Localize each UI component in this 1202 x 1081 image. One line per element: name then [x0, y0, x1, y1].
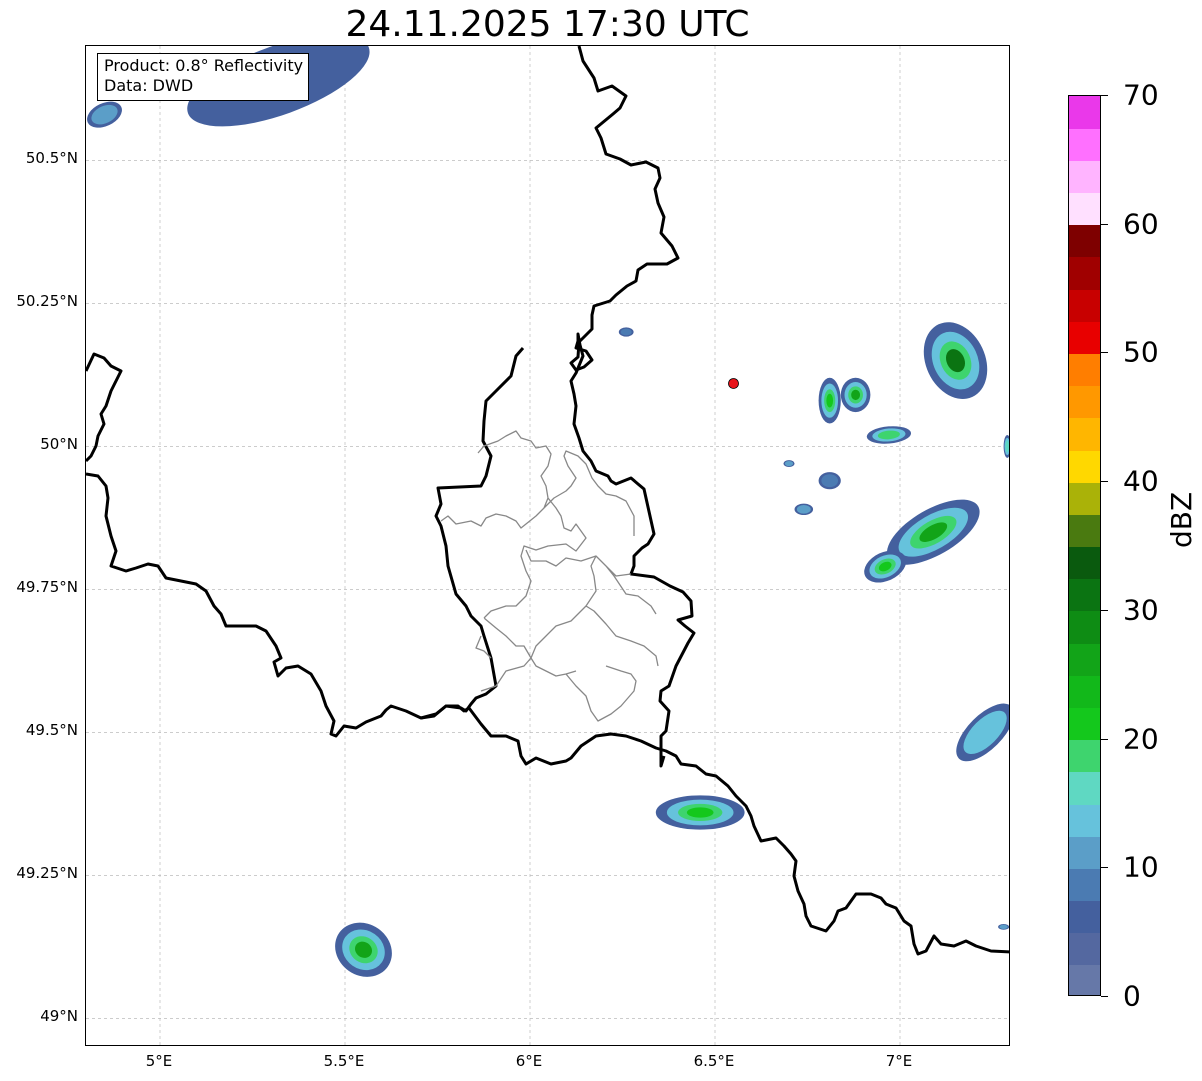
echo-cell-14-level-3: [686, 807, 714, 818]
colorbar-tick-2: 20: [1123, 722, 1159, 756]
colorbar-segment-10: [1069, 643, 1100, 676]
map-canvas: [86, 46, 1009, 1045]
echo-cell-14: [655, 795, 745, 830]
lat-tick-3: 49.75°N: [16, 578, 78, 597]
colorbar-tick-4: 40: [1123, 464, 1159, 498]
colorbar-segment-27: [1069, 96, 1100, 129]
colorbar-tick-mark-6: [1101, 223, 1108, 225]
colorbar-segment-24: [1069, 192, 1100, 226]
lon-tick-4: 7°E: [885, 1052, 913, 1070]
echo-cell-6: [923, 322, 988, 399]
lat-tick-5: 50.25°N: [16, 292, 78, 311]
border-luxembourg-west: [420, 347, 525, 720]
colorbar-tick-mark-1: [1101, 867, 1108, 869]
colorbar-segment-0: [1069, 964, 1100, 995]
colorbar-tick-6: 60: [1123, 207, 1159, 241]
colorbar-segment-21: [1069, 289, 1100, 322]
lat-tick-4: 50°N: [40, 435, 78, 454]
colorbar-segment-5: [1069, 803, 1100, 837]
colorbar-segment-17: [1069, 417, 1100, 451]
colorbar-label: dBZ: [1165, 491, 1198, 548]
border-belgium-luxembourg-germany: [569, 46, 696, 768]
colorbar-segment-9: [1069, 675, 1100, 708]
colorbar-tick-0: 0: [1123, 979, 1141, 1013]
echo-cell-9: [794, 503, 814, 516]
colorbar-segment-3: [1069, 868, 1100, 902]
colorbar-tick-mark-3: [1101, 609, 1108, 611]
lon-tick-3: 6.5°E: [693, 1052, 735, 1070]
data-source-label: Data: DWD: [104, 76, 194, 95]
echo-cell-4: [840, 377, 871, 413]
colorbar-segment-18: [1069, 385, 1100, 419]
echo-cell-9-level-1: [796, 505, 811, 514]
echo-cell-8: [818, 472, 841, 490]
colorbar-segment-2: [1069, 900, 1100, 934]
colorbar-segment-23: [1069, 224, 1100, 258]
echo-cell-16-level-1: [999, 924, 1008, 930]
echo-cell-7: [1003, 434, 1009, 458]
reflectivity-echoes: [87, 46, 1009, 977]
echo-cell-10-level-1: [784, 460, 794, 467]
lat-tick-0: 49°N: [40, 1007, 78, 1026]
border-west-edge: [86, 352, 123, 463]
radar-site-marker: [728, 378, 739, 389]
lat-tick-1: 49.25°N: [16, 864, 78, 883]
colorbar-segment-14: [1069, 514, 1100, 548]
colorbar-segment-20: [1069, 321, 1100, 355]
colorbar-tick-mark-2: [1101, 738, 1108, 740]
colorbar-segment-8: [1069, 707, 1100, 741]
colorbar-tick-3: 30: [1123, 593, 1159, 627]
echo-cell-8-level-1: [821, 474, 839, 488]
echo-cell-15: [335, 922, 392, 977]
colorbar-tick-7: 70: [1123, 78, 1159, 112]
colorbar-tick-5: 50: [1123, 335, 1159, 369]
colorbar-segment-6: [1069, 771, 1100, 805]
echo-cell-2: [618, 327, 634, 337]
colorbar-segment-11: [1069, 610, 1100, 644]
colorbar-tick-1: 10: [1123, 850, 1159, 884]
colorbar-segment-19: [1069, 353, 1100, 387]
colorbar-segment-7: [1069, 739, 1100, 773]
echo-cell-1: [87, 101, 122, 128]
echo-cell-7-level-2: [1005, 440, 1009, 453]
echo-cell-3: [818, 377, 841, 424]
radar-map[interactable]: [85, 45, 1010, 1046]
echo-cell-4-level-3: [851, 389, 861, 401]
colorbar-segment-25: [1069, 160, 1100, 194]
colorbar-segment-1: [1069, 932, 1100, 966]
map-title: 24.11.2025 17:30 UTC: [345, 4, 750, 45]
canton-boundaries: [440, 430, 659, 722]
lat-tick-2: 49.5°N: [25, 721, 78, 740]
colorbar-tick-mark-0: [1101, 996, 1108, 997]
colorbar-segment-16: [1069, 449, 1100, 483]
echo-cell-2-level-1: [620, 328, 632, 336]
colorbar-segment-13: [1069, 546, 1100, 580]
colorbar-tick-mark-5: [1101, 352, 1108, 354]
colorbar-segment-26: [1069, 128, 1100, 161]
lon-tick-1: 5.5°E: [323, 1052, 365, 1070]
lon-tick-2: 6°E: [515, 1052, 543, 1070]
colorbar-segment-15: [1069, 482, 1100, 515]
product-info-box: Product: 0.8° Reflectivity Data: DWD: [97, 53, 310, 101]
colorbar-segment-12: [1069, 578, 1100, 612]
colorbar: [1068, 95, 1101, 996]
colorbar-tick-mark-7: [1101, 95, 1108, 96]
borders: [86, 46, 1009, 956]
lon-tick-0: 5°E: [145, 1052, 173, 1070]
lat-tick-6: 50.5°N: [25, 149, 78, 168]
echo-cell-5: [866, 426, 912, 444]
colorbar-segment-4: [1069, 836, 1100, 869]
colorbar-segment-22: [1069, 256, 1100, 290]
radar-site-layer: [728, 378, 739, 389]
colorbar-tick-mark-4: [1101, 481, 1108, 483]
echo-cell-16: [998, 924, 1009, 930]
product-label: Product: 0.8° Reflectivity: [104, 56, 304, 75]
echo-cell-3-level-3: [826, 393, 834, 408]
echo-cell-10: [783, 460, 795, 467]
